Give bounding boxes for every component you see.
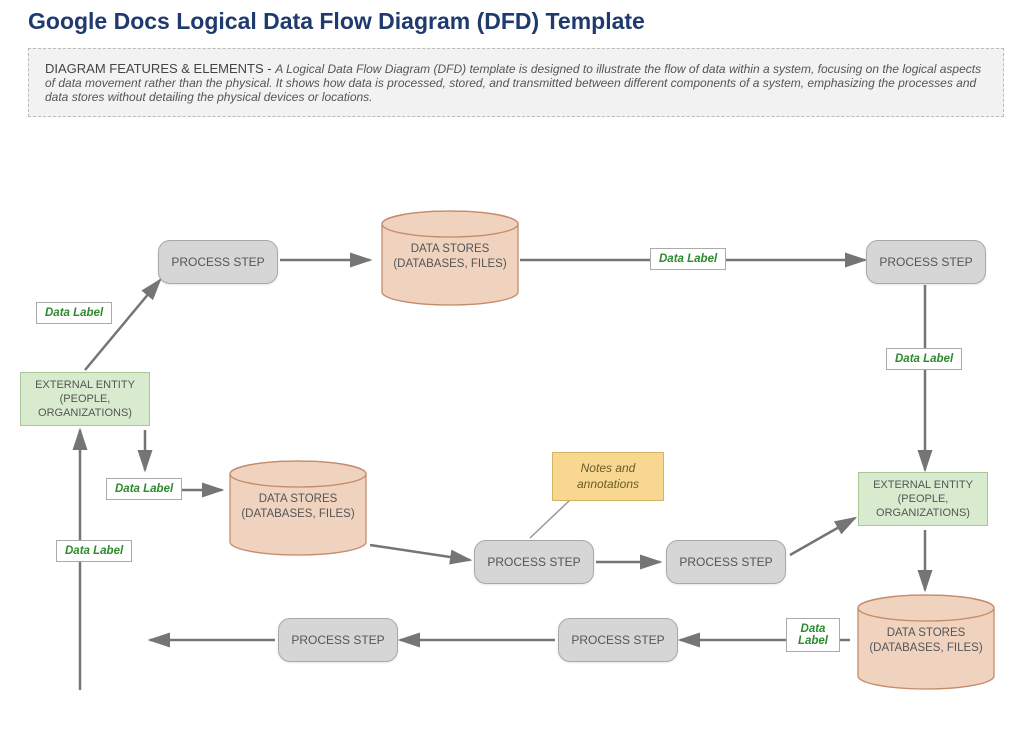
datastore-top-label: DATA STORES (DATABASES, FILES): [380, 242, 520, 272]
process-top-left: PROCESS STEP: [158, 240, 278, 284]
datastore-top: DATA STORES (DATABASES, FILES): [380, 210, 520, 298]
entity-left: EXTERNAL ENTITY (PEOPLE, ORGANIZATIONS): [20, 372, 150, 426]
datastore-bot-label: DATA STORES (DATABASES, FILES): [856, 626, 996, 656]
data-label-2: Data Label: [650, 248, 726, 270]
data-label-5: Data Label: [56, 540, 132, 562]
data-label-6: Data Label: [786, 618, 840, 652]
diagram-canvas: DATA STORES (DATABASES, FILES) DATA STOR…: [0, 0, 1032, 746]
process-bot-left: PROCESS STEP: [278, 618, 398, 662]
process-top-right: PROCESS STEP: [866, 240, 986, 284]
datastore-mid: DATA STORES (DATABASES, FILES): [228, 460, 368, 548]
datastore-mid-label: DATA STORES (DATABASES, FILES): [228, 492, 368, 522]
process-mid-left: PROCESS STEP: [474, 540, 594, 584]
process-bot-mid: PROCESS STEP: [558, 618, 678, 662]
process-mid-right: PROCESS STEP: [666, 540, 786, 584]
data-label-3: Data Label: [886, 348, 962, 370]
data-label-1: Data Label: [36, 302, 112, 324]
data-label-4: Data Label: [106, 478, 182, 500]
entity-right: EXTERNAL ENTITY (PEOPLE, ORGANIZATIONS): [858, 472, 988, 526]
note-box: Notes and annotations: [552, 452, 664, 501]
datastore-bot: DATA STORES (DATABASES, FILES): [856, 594, 996, 682]
